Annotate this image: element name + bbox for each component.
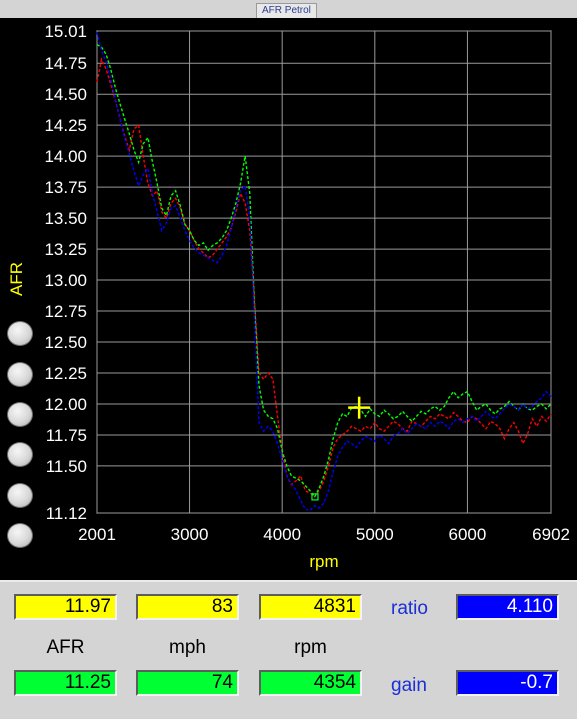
x-tick-label: 5000 [356,525,394,544]
mph-label: mph [169,637,206,658]
grid [96,30,552,514]
y-tick-label: 11.12 [46,504,87,523]
series-line-2 [96,43,552,499]
x-tick-label: 6000 [449,525,487,544]
y-tick-label: 13.75 [44,178,87,197]
y-tick-label: 11.50 [46,457,87,476]
plot-frame [96,30,552,514]
gain-label: gain [391,675,427,696]
y-tick-label: 14.50 [44,85,87,104]
afr-label: AFR [46,637,85,658]
y-tick-label: 12.75 [44,302,87,321]
side-round-button-6[interactable] [7,523,33,548]
gain-field[interactable]: -0.7 [456,670,559,696]
side-round-button-4[interactable] [7,442,33,467]
y-tick-label: 12.50 [44,333,87,352]
rpm-label: rpm [294,637,327,658]
current-mph-field: 83 [136,594,239,620]
y-tick-label: 12.00 [44,395,87,414]
side-round-button-2[interactable] [7,362,33,387]
side-round-button-3[interactable] [7,402,33,427]
y-tick-label: 12.25 [44,364,87,383]
y-tick-labels: 15.01 14.75 14.50 14.25 14.00 13.75 13.50 13.25… [44,22,87,523]
x-tick-label: 2001 [78,525,116,544]
title-bar: AFR Petrol [0,0,577,19]
current-rpm-field: 4831 [259,594,362,620]
y-axis-label: AFR [7,262,26,296]
afr-chart[interactable]: 15.01 14.75 14.50 14.25 14.00 13.75 13.50 13.25… [0,18,577,580]
y-tick-label: 14.00 [44,147,87,166]
y-tick-label: 13.50 [44,209,87,228]
reference-mph-field: 74 [136,670,239,696]
x-tick-labels: 2001 3000 4000 5000 6000 6902 [78,525,570,544]
readout-panel: 11.97 83 4831 AFR mph rpm 11.25 74 4354 … [0,580,577,719]
reference-rpm-field: 4354 [259,670,362,696]
side-round-button-5[interactable] [7,483,33,508]
chart-area[interactable]: 15.01 14.75 14.50 14.25 14.00 13.75 13.50 13.25… [0,18,577,580]
y-tick-label: 14.25 [44,116,87,135]
y-tick-label: 13.00 [44,271,87,290]
x-tick-label: 3000 [171,525,209,544]
y-tick-label: 11.75 [46,426,87,445]
y-tick-label: 15.01 [44,22,87,41]
y-tick-label: 13.25 [44,240,87,259]
series-lines [96,32,552,512]
y-tick-label: 14.75 [44,54,87,73]
reference-afr-field: 11.25 [14,670,117,696]
x-tick-label: 4000 [263,525,301,544]
x-axis-label: rpm [309,552,338,571]
cursor-marks [311,396,371,501]
ratio-field[interactable]: 4.110 [456,594,559,620]
ratio-label: ratio [391,598,428,619]
window-title: AFR Petrol [256,3,317,19]
side-round-button-1[interactable] [7,321,33,346]
series-line-3 [96,32,552,512]
x-tick-label: 6902 [532,525,570,544]
current-afr-field: 11.97 [14,594,117,620]
